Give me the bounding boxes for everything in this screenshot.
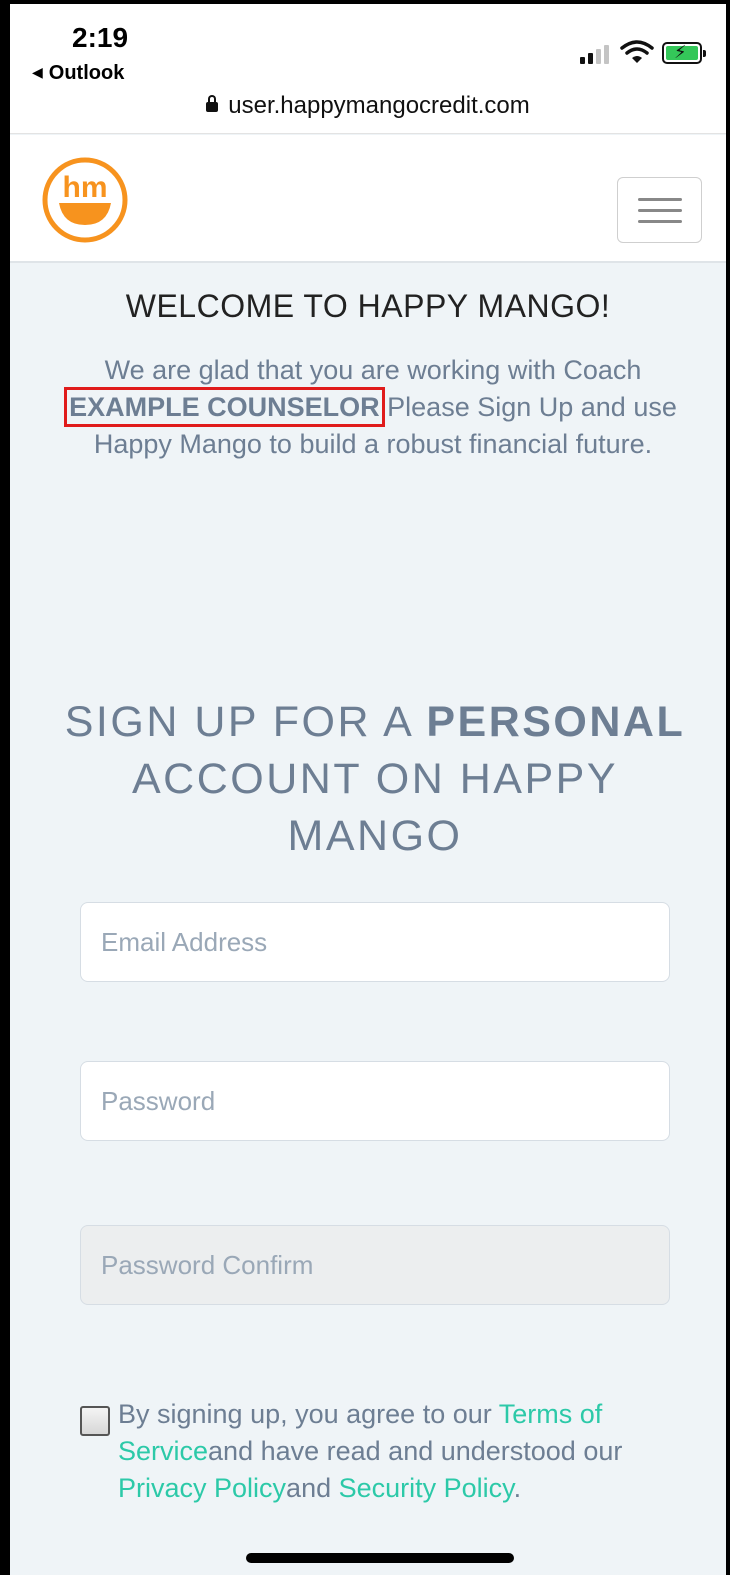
battery-charging-icon: ⚡: [662, 42, 706, 64]
lock-icon: [206, 95, 219, 112]
coach-name: EXAMPLE COUNSELOR: [64, 387, 385, 427]
wifi-icon: [620, 40, 654, 63]
phone-screen: 2:19 ◀ Outlook ⚡ user.happymangocredit.co…: [0, 0, 730, 1575]
hamburger-menu-icon: [638, 198, 682, 201]
welcome-message: We are glad that you are working with Co…: [64, 355, 677, 459]
welcome-title: WELCOME TO HAPPY MANGO!: [125, 288, 611, 324]
address-bar[interactable]: user.happymangocredit.com: [10, 92, 726, 120]
site-header: hm: [10, 135, 726, 263]
browser-status-bar: 2:19 ◀ Outlook ⚡ user.happymangocredit.co…: [10, 4, 726, 134]
password-confirm-input[interactable]: Password Confirm: [80, 1225, 670, 1305]
privacy-policy-link[interactable]: Privacy Policy: [118, 1473, 286, 1503]
back-triangle-icon: ◀: [32, 64, 43, 80]
back-app-label: Outlook: [48, 62, 125, 84]
password-input[interactable]: Password: [80, 1061, 670, 1141]
cell-signal-icon: [580, 44, 614, 64]
status-time: 2:19: [72, 22, 129, 53]
signup-heading: SIGN UP FOR A PERSONAL ACCOUNT ON HAPPY …: [64, 698, 686, 860]
email-input[interactable]: Email Address: [80, 902, 670, 982]
happy-mango-logo-icon[interactable]: hm: [42, 157, 128, 243]
security-policy-link[interactable]: Security Policy: [339, 1473, 514, 1503]
url-text: user.happymangocredit.com: [228, 92, 530, 119]
hamburger-menu-button[interactable]: [617, 177, 702, 243]
agree-checkbox[interactable]: [80, 1406, 110, 1436]
agree-text: By signing up, you agree to our Terms of…: [118, 1399, 623, 1503]
logo-text: hm: [63, 171, 108, 204]
home-indicator[interactable]: [246, 1553, 514, 1563]
back-to-app-link[interactable]: ◀ Outlook: [32, 62, 124, 85]
